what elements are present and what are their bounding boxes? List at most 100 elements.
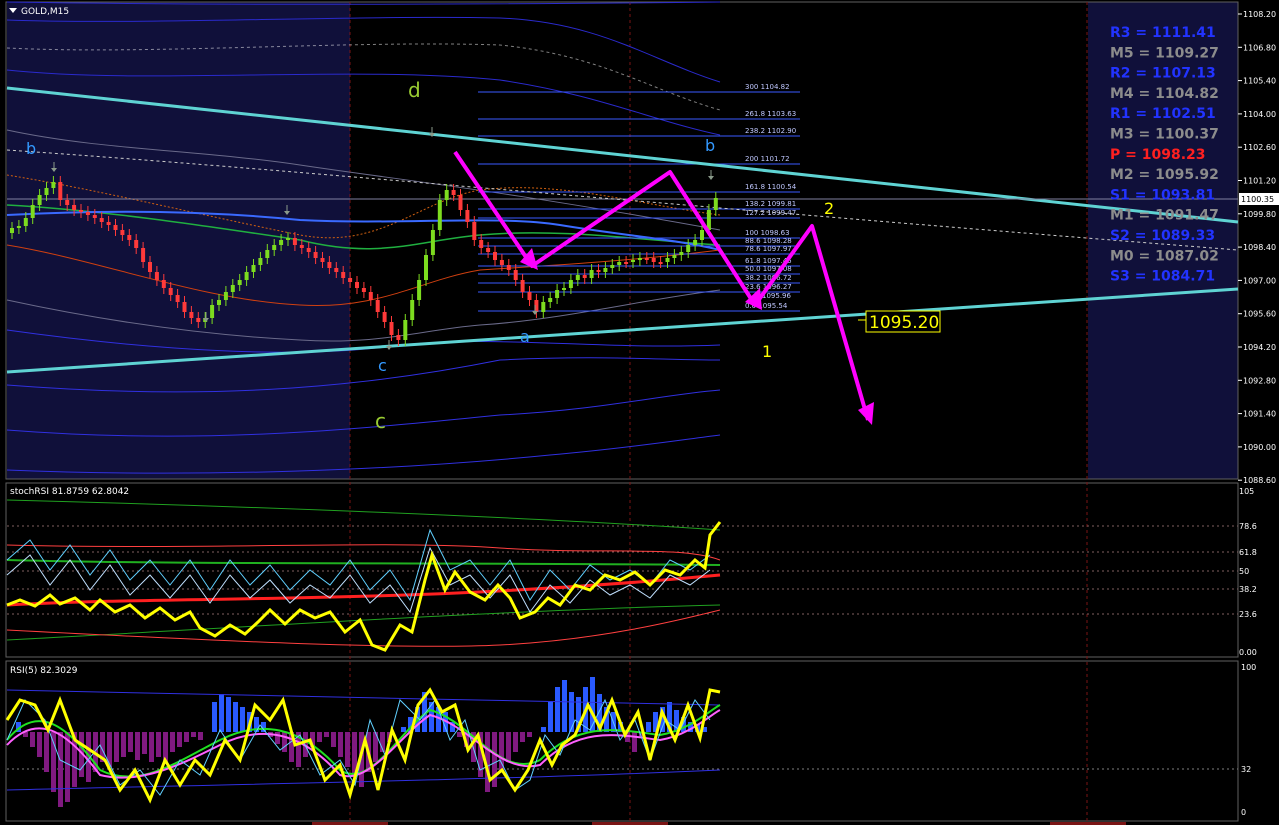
candle-body bbox=[99, 218, 104, 222]
symbol-label: GOLD,M15 bbox=[21, 7, 69, 17]
price-tick-label: 1108.20 bbox=[1243, 10, 1276, 19]
candle-body bbox=[113, 225, 118, 230]
candle-body bbox=[286, 238, 290, 240]
candle-body bbox=[168, 288, 173, 295]
price-tick-label: 1088.60 bbox=[1243, 476, 1276, 485]
candle-body bbox=[541, 302, 546, 312]
candle-body bbox=[355, 282, 359, 288]
rsi-histogram-bar bbox=[338, 732, 343, 757]
candle-body bbox=[189, 312, 194, 318]
pivot-level-label: M1 = 1091.47 bbox=[1110, 208, 1219, 224]
pivot-level-label: P = 1098.23 bbox=[1110, 147, 1206, 163]
candle-body bbox=[631, 260, 635, 262]
fib-level-label: 127.2 1099.47 bbox=[745, 209, 796, 217]
price-tick-label: 1091.40 bbox=[1243, 410, 1276, 419]
price-tick-label: 1092.80 bbox=[1243, 376, 1276, 385]
candle-body bbox=[210, 305, 215, 318]
price-tick-label: 1098.40 bbox=[1243, 243, 1276, 252]
rsi-histogram-bar bbox=[562, 680, 567, 732]
candle-body bbox=[437, 200, 442, 230]
candle-body bbox=[306, 248, 311, 252]
rsi-histogram-bar bbox=[457, 732, 462, 737]
candle-body bbox=[693, 240, 698, 245]
wave-label-b-left: b bbox=[26, 139, 36, 158]
candle-body bbox=[58, 182, 63, 200]
candle-body bbox=[120, 230, 125, 235]
candle-body bbox=[23, 218, 28, 226]
candle-body bbox=[106, 222, 111, 225]
candle-body bbox=[686, 245, 691, 252]
fib-level-label: 161.8 1100.54 bbox=[745, 183, 797, 191]
candle-body bbox=[679, 252, 684, 255]
rsi-histogram-bar bbox=[198, 732, 203, 740]
rsi-histogram-bar bbox=[156, 732, 161, 757]
candle-body bbox=[175, 295, 180, 302]
candle-body bbox=[486, 248, 491, 252]
rsi-histogram-bar bbox=[282, 732, 287, 752]
candle-body bbox=[279, 240, 284, 245]
candle-body bbox=[16, 226, 21, 228]
rsi-histogram-bar bbox=[324, 732, 329, 737]
rsi-histogram-bar bbox=[506, 732, 511, 762]
candle-body bbox=[617, 262, 622, 265]
rsi-histogram-bar bbox=[212, 702, 217, 732]
candle-body bbox=[85, 212, 90, 215]
candle-body bbox=[430, 230, 435, 255]
candle-body bbox=[368, 292, 373, 300]
candle-body bbox=[313, 252, 318, 258]
trading-chart[interactable]: 300 1104.82261.8 1103.63238.2 1102.90200… bbox=[0, 0, 1279, 825]
candle-body bbox=[65, 200, 70, 205]
candle-body bbox=[520, 280, 525, 292]
target-price-label: 1095.20 bbox=[869, 313, 939, 333]
candle-body bbox=[575, 275, 580, 280]
rsi-histogram-bar bbox=[569, 692, 574, 732]
rsi-histogram-bar bbox=[121, 732, 126, 757]
wave-label-b-right: b bbox=[705, 136, 715, 155]
rsi-histogram-bar bbox=[226, 697, 231, 732]
rsi-histogram-bar bbox=[646, 722, 651, 732]
candle-body bbox=[465, 210, 470, 222]
stoch-axis-label: 38.2 bbox=[1239, 585, 1257, 594]
fib-level-label: 1095.96 bbox=[762, 292, 791, 300]
candle-body bbox=[51, 182, 56, 188]
rsi-histogram-bar bbox=[520, 732, 525, 742]
rsi-histogram-bar bbox=[275, 732, 280, 744]
wave-label-1: 1 bbox=[762, 342, 772, 361]
price-tick-label: 1106.80 bbox=[1243, 43, 1276, 52]
rsi-histogram-bar bbox=[331, 732, 336, 747]
rsi-histogram-bar bbox=[541, 727, 546, 732]
pivot-level-label: M0 = 1087.02 bbox=[1110, 248, 1219, 264]
pivot-level-label: S3 = 1084.71 bbox=[1110, 269, 1215, 285]
candle-body bbox=[251, 265, 256, 272]
candle-body bbox=[230, 285, 235, 292]
rsi-histogram-bar bbox=[37, 732, 42, 757]
candle-body bbox=[320, 258, 325, 262]
pivot-level-label: R1 = 1102.51 bbox=[1110, 106, 1216, 122]
candle-body bbox=[10, 228, 14, 233]
rsi-histogram-bar bbox=[240, 707, 245, 732]
candle-body bbox=[258, 258, 263, 265]
candle-body bbox=[644, 258, 649, 260]
candle-body bbox=[265, 250, 270, 258]
candle-body bbox=[341, 272, 346, 278]
rsi-histogram-bar bbox=[142, 732, 147, 754]
rsi-histogram-bar bbox=[30, 732, 35, 747]
candle-body bbox=[444, 190, 449, 200]
candle-body bbox=[596, 270, 601, 272]
wave-label-d: d bbox=[408, 78, 421, 102]
price-tick-label: 1104.00 bbox=[1243, 110, 1276, 119]
candle-body bbox=[237, 280, 242, 285]
pivot-level-label: S2 = 1089.33 bbox=[1110, 228, 1215, 244]
candle-body bbox=[555, 290, 560, 298]
candle-body bbox=[499, 260, 504, 265]
candle-body bbox=[148, 262, 152, 272]
stoch-axis-label: 105 bbox=[1239, 487, 1254, 496]
pivot-level-label: M2 = 1095.92 bbox=[1110, 167, 1219, 183]
candle-body bbox=[458, 195, 463, 210]
rsi-histogram-bar bbox=[128, 732, 133, 752]
rsi-histogram-bar bbox=[548, 702, 553, 732]
rsi-histogram-bar bbox=[317, 732, 322, 742]
price-tick-label: 1105.40 bbox=[1243, 77, 1276, 86]
candle-body bbox=[134, 240, 139, 248]
candle-body bbox=[361, 288, 366, 292]
